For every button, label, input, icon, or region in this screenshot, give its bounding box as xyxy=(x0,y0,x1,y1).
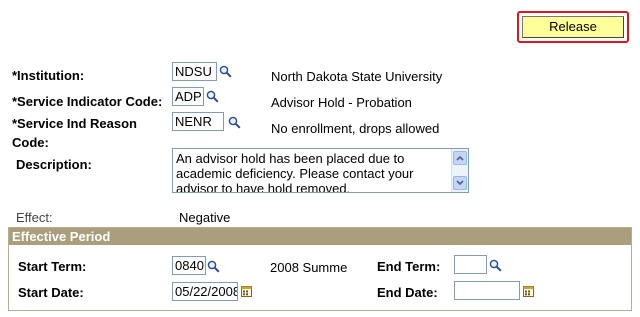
release-button[interactable]: Release xyxy=(522,16,624,38)
service-indicator-label: *Service Indicator Code: xyxy=(12,94,163,109)
chevron-up-icon xyxy=(456,155,464,161)
description-scrollbar[interactable] xyxy=(451,149,468,192)
end-term-label: End Term: xyxy=(377,259,441,274)
end-term-input[interactable] xyxy=(454,255,487,274)
description-text: An advisor hold has been placed due to a… xyxy=(176,151,414,193)
start-term-description: 2008 Summe xyxy=(270,260,348,275)
release-button-frame: Release xyxy=(517,11,629,43)
end-date-input[interactable] xyxy=(454,281,520,300)
service-indicator-input[interactable]: ADP xyxy=(172,87,204,106)
start-term-label: Start Term: xyxy=(18,259,87,274)
start-date-label: Start Date: xyxy=(18,285,84,300)
description-textarea[interactable]: An advisor hold has been placed due to a… xyxy=(172,148,469,193)
service-reason-label: *Service Ind Reason xyxy=(12,116,137,131)
service-reason-description: No enrollment, drops allowed xyxy=(271,121,440,136)
institution-input[interactable]: NDSU xyxy=(172,62,217,81)
start-term-lookup-icon[interactable] xyxy=(207,260,220,273)
scroll-up-button[interactable] xyxy=(453,151,467,165)
start-date-calendar-icon[interactable] xyxy=(241,285,252,297)
scroll-down-button[interactable] xyxy=(453,176,467,190)
effect-value: Negative xyxy=(179,210,231,225)
service-reason-label-line2: Code: xyxy=(12,135,49,150)
institution-label: *Institution: xyxy=(12,68,85,83)
description-label: Description: xyxy=(16,157,92,172)
effect-label: Effect: xyxy=(16,210,53,225)
service-indicator-description: Advisor Hold - Probation xyxy=(271,95,412,110)
effective-period-header: Effective Period xyxy=(9,228,631,245)
service-indicator-lookup-icon[interactable] xyxy=(206,90,219,103)
institution-lookup-icon[interactable] xyxy=(219,65,232,78)
chevron-down-icon xyxy=(456,180,464,186)
start-term-input[interactable]: 0840 xyxy=(172,256,206,275)
service-reason-input[interactable]: NENR xyxy=(172,112,224,131)
end-term-lookup-icon[interactable] xyxy=(489,259,502,272)
service-reason-lookup-icon[interactable] xyxy=(228,116,241,129)
institution-description: North Dakota State University xyxy=(271,69,443,84)
end-date-label: End Date: xyxy=(377,285,438,300)
start-date-input[interactable]: 05/22/2008 xyxy=(172,282,238,301)
end-date-calendar-icon[interactable] xyxy=(523,285,534,297)
